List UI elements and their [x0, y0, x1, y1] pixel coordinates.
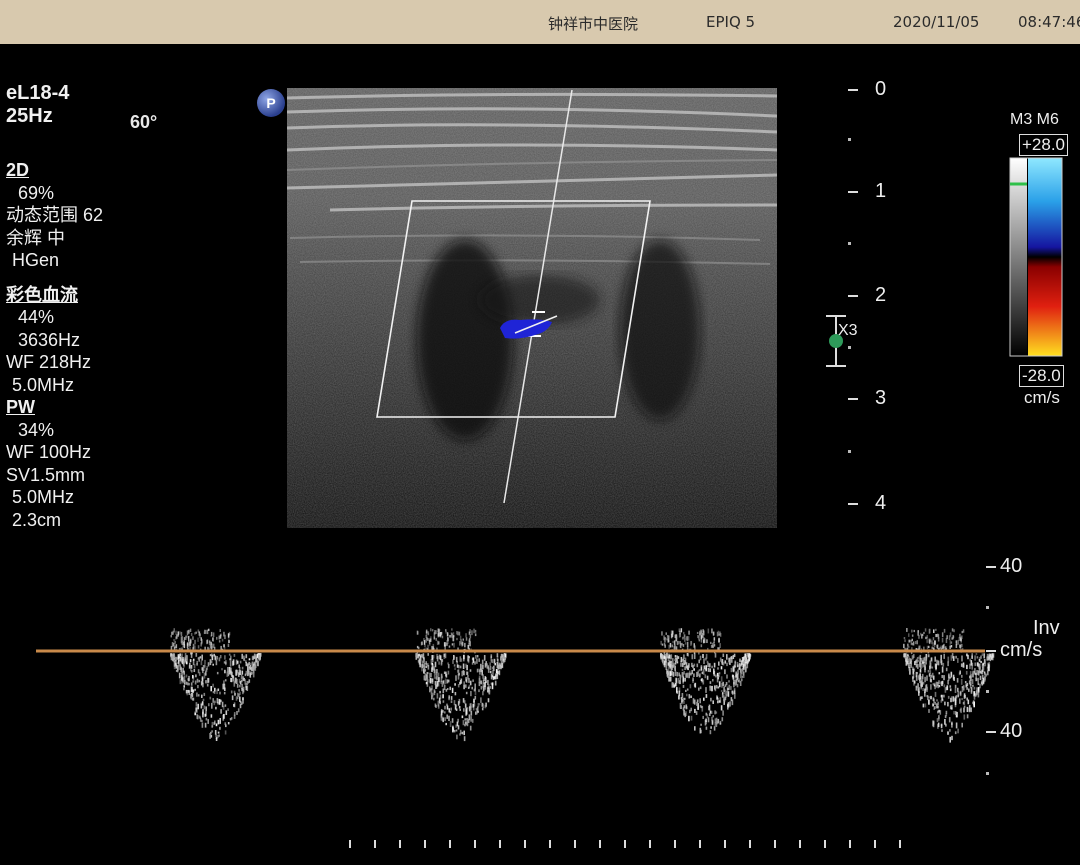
harmonic-mode: HGen	[12, 250, 60, 270]
probe-name: eL18-4	[6, 82, 70, 104]
pw-gain: 34%	[18, 419, 55, 440]
mode-2d-label: 2D	[6, 160, 30, 180]
depth-label-2: 2	[875, 284, 887, 306]
doppler-spectrum	[170, 628, 995, 743]
color-gain: 44%	[18, 307, 55, 327]
pw-mode-label: PW	[6, 397, 35, 417]
dynamic-range: 动态范围 62	[6, 205, 104, 225]
colorbar-mode: M3 M6	[1010, 111, 1059, 128]
doppler-scale-unit: cm/s	[1000, 639, 1043, 661]
steer-angle: 60°	[130, 112, 158, 132]
doppler-waveform	[660, 628, 752, 735]
doppler-waveform	[903, 628, 995, 743]
doppler-waveform	[415, 628, 507, 742]
colorbar-unit: cm/s	[1024, 388, 1060, 407]
persistence: 余辉 中	[6, 227, 66, 248]
gray-scale-bar	[1010, 158, 1027, 356]
depth-label-3: 3	[875, 387, 887, 409]
depth-label-4: 4	[875, 492, 887, 514]
color-scale-bar	[1028, 158, 1062, 356]
pw-sample-volume: SV1.5mm	[6, 464, 86, 485]
gain-2d: 69%	[18, 182, 55, 203]
color-wall-filter: WF 218Hz	[6, 352, 92, 372]
doppler-scale-top: 40	[1000, 555, 1023, 577]
frame-rate: 25Hz	[6, 104, 53, 127]
zoom-label: X3	[838, 322, 858, 339]
invert-label: Inv	[1033, 617, 1060, 639]
pw-frequency: 5.0MHz	[12, 487, 75, 507]
bmode-image	[287, 88, 777, 528]
probe-orientation-icon[interactable]: P	[257, 89, 285, 117]
doppler-scale-bottom: 40	[1000, 720, 1023, 742]
color-mode-label: 彩色血流	[6, 284, 78, 305]
pw-wall-filter: WF 100Hz	[6, 442, 92, 462]
parameter-panel: eL18-4 25Hz 2D 69% 动态范围 62 余辉 中 HGen 彩色血…	[6, 82, 103, 531]
color-frequency: 5.0MHz	[12, 374, 75, 395]
colorbar-min: -28.0	[1019, 365, 1064, 387]
ultrasound-display	[36, 88, 1063, 848]
depth-label-1: 1	[875, 180, 887, 202]
color-prf: 3636Hz	[18, 329, 81, 350]
time-axis-ticks	[349, 840, 901, 848]
colorbar-max: +28.0	[1019, 134, 1069, 156]
doppler-waveform	[170, 628, 262, 741]
pw-depth: 2.3cm	[12, 509, 62, 530]
depth-label-0: 0	[875, 78, 887, 100]
